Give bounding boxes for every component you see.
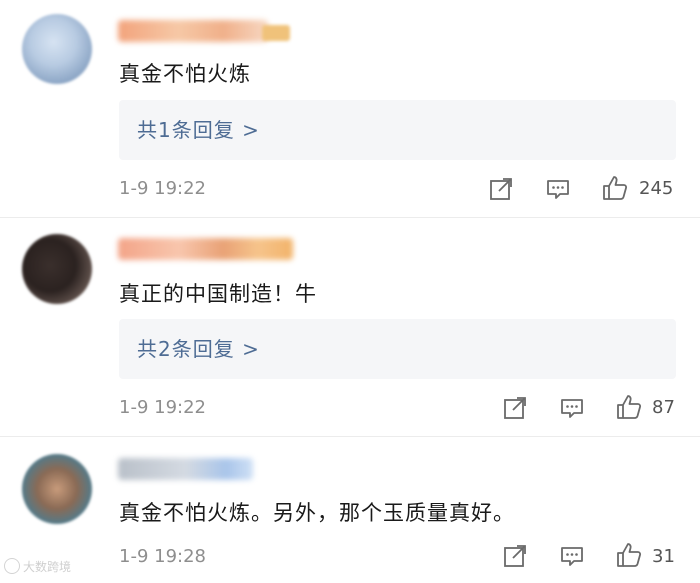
reply-summary[interactable]: 共2条回复 > <box>119 319 676 379</box>
reply-summary[interactable]: 共1条回复 > <box>119 100 676 160</box>
thumbs-up-icon[interactable] <box>601 174 628 200</box>
username-blurred[interactable] <box>118 20 268 42</box>
thumbs-up-icon[interactable] <box>615 393 642 419</box>
username-blurred[interactable] <box>118 458 253 480</box>
watermark-text: 大数跨境 <box>23 560 72 574</box>
user-badge-icon <box>262 25 290 41</box>
thumbs-up-icon[interactable] <box>615 541 642 567</box>
comment-time: 1-9 19:22 <box>119 178 206 199</box>
comment-text: 真正的中国制造！牛 <box>119 282 317 306</box>
comment-icon[interactable] <box>559 395 585 421</box>
divider <box>0 217 700 218</box>
comment-icon[interactable] <box>545 176 571 202</box>
comment-text: 真金不怕火炼。另外，那个玉质量真好。 <box>119 501 515 525</box>
reply-count-link[interactable]: 共2条回复 > <box>137 319 260 379</box>
comment-icon[interactable] <box>559 543 585 569</box>
comment-time: 1-9 19:28 <box>119 546 206 567</box>
divider <box>0 436 700 437</box>
like-count: 87 <box>652 397 675 418</box>
avatar[interactable] <box>22 454 92 524</box>
like-count: 31 <box>652 546 675 567</box>
reply-count-link[interactable]: 共1条回复 > <box>137 100 260 160</box>
like-count: 245 <box>639 178 674 199</box>
share-icon[interactable] <box>488 176 514 202</box>
avatar[interactable] <box>22 234 92 304</box>
watermark-logo-icon <box>4 558 20 574</box>
watermark: 大数跨境 <box>4 558 71 575</box>
share-icon[interactable] <box>502 543 528 569</box>
username-blurred[interactable] <box>118 238 293 260</box>
avatar[interactable] <box>22 14 92 84</box>
share-icon[interactable] <box>502 395 528 421</box>
comment-time: 1-9 19:22 <box>119 397 206 418</box>
comment-text: 真金不怕火炼 <box>119 62 251 86</box>
